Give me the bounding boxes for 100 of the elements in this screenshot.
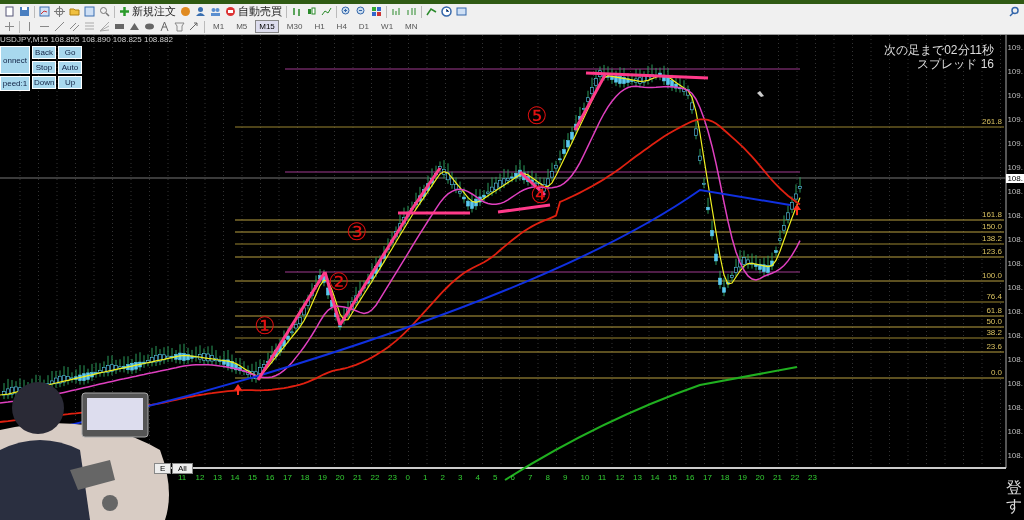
hour-label: 7: [528, 473, 533, 482]
arrow-tool-icon[interactable]: [189, 21, 200, 32]
hour-label: 19: [318, 473, 327, 482]
clock-icon[interactable]: [441, 6, 452, 17]
hour-label: 21: [353, 473, 362, 482]
hour-label: 18: [720, 473, 730, 482]
hour-label: 11: [178, 473, 187, 482]
price-axis-label: 108.: [1007, 355, 1023, 364]
timeframe-button[interactable]: M5: [232, 20, 252, 33]
fibonacci-level-label: 61.8: [986, 307, 1002, 315]
person-icon[interactable]: [195, 6, 206, 17]
hour-label: 9: [563, 473, 568, 482]
hour-label: 10: [580, 473, 590, 482]
price-axis-label: 109.: [1007, 43, 1023, 52]
folder-icon[interactable]: [69, 6, 80, 17]
price-axis-label: 108.: [1007, 451, 1023, 460]
fan-icon[interactable]: [99, 21, 110, 32]
wave-number: ①: [254, 314, 276, 338]
hour-label: 23: [808, 473, 817, 482]
hour-label: 17: [703, 473, 712, 482]
timeframe-button[interactable]: W1: [377, 20, 398, 33]
hour-label: 22: [370, 473, 380, 482]
fibonacci-level-label: 23.6: [986, 343, 1002, 351]
control-button[interactable]: Auto: [58, 61, 82, 74]
channel-icon[interactable]: [69, 21, 80, 32]
fibonacci-level-label: 76.4: [986, 293, 1002, 301]
control-button[interactable]: Stop: [32, 61, 56, 74]
price-axis-label: 108.: [1007, 211, 1023, 220]
template-icon[interactable]: [456, 6, 467, 17]
price-axis-label: 109.: [1007, 115, 1023, 124]
hour-label: 14: [230, 473, 240, 482]
timeframe-button[interactable]: MN: [401, 20, 422, 33]
price-axis-label: 109.: [1007, 139, 1023, 148]
autotrading-button[interactable]: 自動売買: [225, 4, 282, 19]
hour-label: 16: [685, 473, 695, 482]
bar-countdown: 次の足まで02分11秒: [884, 43, 994, 57]
hour-label: 17: [283, 473, 292, 482]
group-icon[interactable]: [210, 6, 221, 17]
zoom-out-icon[interactable]: [356, 6, 367, 17]
crosshair-icon[interactable]: [54, 6, 65, 17]
price-axis-label: 108.: [1007, 235, 1023, 244]
text-tool-icon[interactable]: [159, 21, 170, 32]
control-button[interactable]: Up: [58, 76, 82, 89]
hour-label: 2: [440, 473, 445, 482]
cursor-icon[interactable]: [4, 21, 15, 32]
control-button[interactable]: Down: [32, 76, 56, 89]
control-button[interactable]: Back: [32, 46, 56, 59]
magnifier-icon[interactable]: [99, 6, 110, 17]
fibonacci-level-label: 150.0: [981, 223, 1002, 231]
rectangle-icon[interactable]: [114, 21, 125, 32]
plus-icon[interactable]: [119, 6, 130, 17]
hour-label: 13: [213, 473, 222, 482]
timeframe-button[interactable]: M30: [282, 20, 307, 33]
fibonacci-level-label: 261.8: [981, 118, 1002, 126]
save-icon[interactable]: [19, 6, 30, 17]
fibonacci-level-label: 50.0: [986, 318, 1002, 326]
timeframe-button[interactable]: H1: [310, 20, 329, 33]
period-button[interactable]: All: [172, 463, 193, 474]
price-axis-label: 108.: [1007, 331, 1023, 340]
fibonacci-level-label: 100.0: [981, 272, 1002, 280]
timeframe-button[interactable]: D1: [354, 20, 374, 33]
chart-window-icon[interactable]: [39, 6, 50, 17]
hour-label: 18: [300, 473, 310, 482]
hour-label: 19: [738, 473, 747, 482]
trendline-drawing[interactable]: [256, 71, 709, 381]
price-axis-label: 109.: [1007, 67, 1023, 76]
price-axis-label: 109.: [1007, 163, 1023, 172]
line-chart-icon[interactable]: [321, 6, 332, 17]
fibonacci-level-label: 38.2: [986, 329, 1002, 337]
ellipse-icon[interactable]: [144, 21, 155, 32]
hour-label: 15: [668, 473, 677, 482]
hour-label: 11: [598, 473, 607, 482]
tile-windows-icon[interactable]: [371, 6, 382, 17]
fibonacci-lines[interactable]: [234, 68, 1005, 379]
timeframe-button[interactable]: M15: [255, 20, 279, 33]
candle-chart-icon[interactable]: [306, 6, 317, 17]
bar-chart-icon[interactable]: [291, 6, 302, 17]
document-icon[interactable]: [4, 6, 15, 17]
search-icon[interactable]: [1009, 6, 1020, 17]
control-button[interactable]: Go: [58, 46, 82, 59]
pencil-icon: [757, 91, 764, 97]
hour-label: 23: [388, 473, 397, 482]
indicator-icon[interactable]: [426, 6, 437, 17]
control-button[interactable]: onnect: [0, 46, 30, 74]
wave-number: ④: [530, 183, 552, 207]
wave-number: ⑤: [526, 104, 548, 128]
hour-label: 12: [195, 473, 205, 482]
timeframe-button[interactable]: H4: [332, 20, 351, 33]
vertical-caption: 登す: [1006, 479, 1022, 515]
control-button[interactable]: peed:1: [0, 76, 30, 91]
hour-label: 0: [405, 473, 410, 482]
timeframe-button[interactable]: M1: [209, 20, 229, 33]
new-order-button[interactable]: 新規注文: [119, 4, 176, 19]
triangle-icon[interactable]: [129, 21, 140, 32]
zoom-in-icon[interactable]: [341, 6, 352, 17]
hour-label: 3: [458, 473, 463, 482]
coin-icon[interactable]: [180, 6, 191, 17]
window-icon[interactable]: [84, 6, 95, 17]
period-button[interactable]: E: [154, 463, 172, 474]
trendline-icon[interactable]: [54, 21, 65, 32]
